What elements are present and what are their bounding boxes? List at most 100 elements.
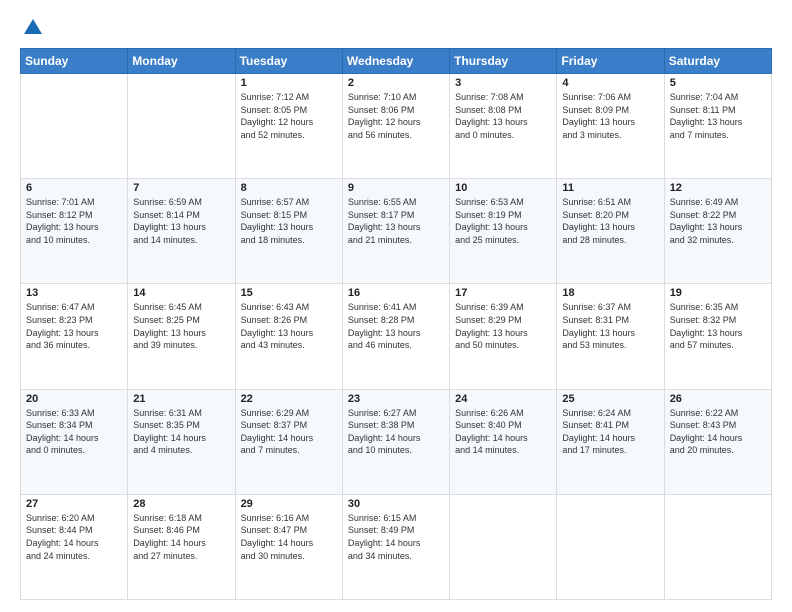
day-number: 10 <box>455 182 551 194</box>
day-info: Sunrise: 6:43 AM Sunset: 8:26 PM Dayligh… <box>241 301 337 351</box>
calendar-cell <box>450 494 557 599</box>
calendar-cell: 15 Sunrise: 6:43 AM Sunset: 8:26 PM Dayli… <box>235 284 342 389</box>
day-number: 11 <box>562 182 658 194</box>
weekday-header-monday: Monday <box>128 49 235 74</box>
calendar-cell: 23Sunrise: 6:27 AM Sunset: 8:38 PM Dayli… <box>342 389 449 494</box>
calendar-cell: 4 Sunrise: 7:06 AM Sunset: 8:09 PM Daylig… <box>557 74 664 179</box>
day-number: 2 <box>348 77 444 89</box>
day-number: 20 <box>26 393 122 405</box>
day-info: Sunrise: 6:33 AM Sunset: 8:34 PM Dayligh… <box>26 407 122 457</box>
calendar-cell: 18 Sunrise: 6:37 AM Sunset: 8:31 PM Dayli… <box>557 284 664 389</box>
calendar-cell: 1 Sunrise: 7:12 AM Sunset: 8:05 PM Daylig… <box>235 74 342 179</box>
day-info: Sunrise: 7:12 AM Sunset: 8:05 PM Dayligh… <box>241 91 337 141</box>
weekday-header-thursday: Thursday <box>450 49 557 74</box>
calendar-cell: 20 Sunrise: 6:33 AM Sunset: 8:34 PM Dayli… <box>21 389 128 494</box>
day-number: 26 <box>670 393 766 405</box>
day-info: Sunrise: 7:10 AM Sunset: 8:06 PM Dayligh… <box>348 91 444 141</box>
weekday-header-saturday: Saturday <box>664 49 771 74</box>
weekday-header-wednesday: Wednesday <box>342 49 449 74</box>
day-info: Sunrise: 6:26 AM Sunset: 8:40 PM Dayligh… <box>455 407 551 457</box>
day-number: 1 <box>241 77 337 89</box>
day-info: Sunrise: 6:51 AM Sunset: 8:20 PM Dayligh… <box>562 196 658 246</box>
header <box>20 16 772 38</box>
day-info: Sunrise: 6:18 AM Sunset: 8:46 PM Dayligh… <box>133 512 229 562</box>
calendar-week-3: 13Sunrise: 6:47 AM Sunset: 8:23 PM Dayli… <box>21 284 772 389</box>
calendar-cell: 27 Sunrise: 6:20 AM Sunset: 8:44 PM Dayli… <box>21 494 128 599</box>
day-number: 21 <box>133 393 229 405</box>
day-info: Sunrise: 7:01 AM Sunset: 8:12 PM Dayligh… <box>26 196 122 246</box>
calendar-cell: 28 Sunrise: 6:18 AM Sunset: 8:46 PM Dayli… <box>128 494 235 599</box>
day-info: Sunrise: 7:04 AM Sunset: 8:11 PM Dayligh… <box>670 91 766 141</box>
calendar-cell: 6 Sunrise: 7:01 AM Sunset: 8:12 PM Daylig… <box>21 179 128 284</box>
day-number: 3 <box>455 77 551 89</box>
calendar-week-2: 6 Sunrise: 7:01 AM Sunset: 8:12 PM Daylig… <box>21 179 772 284</box>
calendar-cell <box>128 74 235 179</box>
calendar-cell: 16 Sunrise: 6:41 AM Sunset: 8:28 PM Dayli… <box>342 284 449 389</box>
calendar-cell: 19 Sunrise: 6:35 AM Sunset: 8:32 PM Dayli… <box>664 284 771 389</box>
calendar-cell: 3 Sunrise: 7:08 AM Sunset: 8:08 PM Daylig… <box>450 74 557 179</box>
day-info: Sunrise: 6:27 AM Sunset: 8:38 PM Dayligh… <box>348 407 444 457</box>
day-info: Sunrise: 6:41 AM Sunset: 8:28 PM Dayligh… <box>348 301 444 351</box>
day-number: 7 <box>133 182 229 194</box>
day-info: Sunrise: 6:20 AM Sunset: 8:44 PM Dayligh… <box>26 512 122 562</box>
calendar-week-1: 1 Sunrise: 7:12 AM Sunset: 8:05 PM Daylig… <box>21 74 772 179</box>
logo-text-block <box>20 16 44 38</box>
day-number: 4 <box>562 77 658 89</box>
calendar-cell: 2 Sunrise: 7:10 AM Sunset: 8:06 PM Daylig… <box>342 74 449 179</box>
day-info: Sunrise: 6:16 AM Sunset: 8:47 PM Dayligh… <box>241 512 337 562</box>
calendar-cell: 8Sunrise: 6:57 AM Sunset: 8:15 PM Daylig… <box>235 179 342 284</box>
calendar-cell <box>21 74 128 179</box>
calendar-cell: 21Sunrise: 6:31 AM Sunset: 8:35 PM Dayli… <box>128 389 235 494</box>
calendar-cell: 29 Sunrise: 6:16 AM Sunset: 8:47 PM Dayli… <box>235 494 342 599</box>
day-number: 28 <box>133 498 229 510</box>
calendar-cell <box>664 494 771 599</box>
day-number: 29 <box>241 498 337 510</box>
calendar-cell: 22 Sunrise: 6:29 AM Sunset: 8:37 PM Dayli… <box>235 389 342 494</box>
day-info: Sunrise: 6:55 AM Sunset: 8:17 PM Dayligh… <box>348 196 444 246</box>
day-number: 24 <box>455 393 551 405</box>
day-number: 9 <box>348 182 444 194</box>
calendar-cell: 24 Sunrise: 6:26 AM Sunset: 8:40 PM Dayli… <box>450 389 557 494</box>
day-info: Sunrise: 6:59 AM Sunset: 8:14 PM Dayligh… <box>133 196 229 246</box>
day-number: 22 <box>241 393 337 405</box>
calendar-cell: 12 Sunrise: 6:49 AM Sunset: 8:22 PM Dayli… <box>664 179 771 284</box>
logo-icon <box>22 16 44 38</box>
calendar-table: SundayMondayTuesdayWednesdayThursdayFrid… <box>20 48 772 600</box>
calendar-cell: 30 Sunrise: 6:15 AM Sunset: 8:49 PM Dayli… <box>342 494 449 599</box>
calendar-week-4: 20 Sunrise: 6:33 AM Sunset: 8:34 PM Dayli… <box>21 389 772 494</box>
page: SundayMondayTuesdayWednesdayThursdayFrid… <box>0 0 792 612</box>
calendar-cell: 10Sunrise: 6:53 AM Sunset: 8:19 PM Dayli… <box>450 179 557 284</box>
weekday-header-row: SundayMondayTuesdayWednesdayThursdayFrid… <box>21 49 772 74</box>
day-number: 15 <box>241 287 337 299</box>
day-info: Sunrise: 6:49 AM Sunset: 8:22 PM Dayligh… <box>670 196 766 246</box>
calendar-cell <box>557 494 664 599</box>
day-info: Sunrise: 6:15 AM Sunset: 8:49 PM Dayligh… <box>348 512 444 562</box>
weekday-header-tuesday: Tuesday <box>235 49 342 74</box>
logo <box>20 16 44 38</box>
day-number: 27 <box>26 498 122 510</box>
day-info: Sunrise: 6:37 AM Sunset: 8:31 PM Dayligh… <box>562 301 658 351</box>
day-info: Sunrise: 6:35 AM Sunset: 8:32 PM Dayligh… <box>670 301 766 351</box>
day-info: Sunrise: 6:39 AM Sunset: 8:29 PM Dayligh… <box>455 301 551 351</box>
day-number: 13 <box>26 287 122 299</box>
calendar-cell: 9 Sunrise: 6:55 AM Sunset: 8:17 PM Daylig… <box>342 179 449 284</box>
calendar-cell: 17 Sunrise: 6:39 AM Sunset: 8:29 PM Dayli… <box>450 284 557 389</box>
day-number: 6 <box>26 182 122 194</box>
day-info: Sunrise: 7:06 AM Sunset: 8:09 PM Dayligh… <box>562 91 658 141</box>
day-number: 16 <box>348 287 444 299</box>
day-number: 12 <box>670 182 766 194</box>
calendar-cell: 11 Sunrise: 6:51 AM Sunset: 8:20 PM Dayli… <box>557 179 664 284</box>
day-info: Sunrise: 6:45 AM Sunset: 8:25 PM Dayligh… <box>133 301 229 351</box>
day-number: 19 <box>670 287 766 299</box>
day-number: 17 <box>455 287 551 299</box>
calendar-cell: 26 Sunrise: 6:22 AM Sunset: 8:43 PM Dayli… <box>664 389 771 494</box>
day-number: 30 <box>348 498 444 510</box>
calendar-cell: 14Sunrise: 6:45 AM Sunset: 8:25 PM Dayli… <box>128 284 235 389</box>
day-info: Sunrise: 7:08 AM Sunset: 8:08 PM Dayligh… <box>455 91 551 141</box>
calendar-cell: 7 Sunrise: 6:59 AM Sunset: 8:14 PM Daylig… <box>128 179 235 284</box>
day-info: Sunrise: 6:29 AM Sunset: 8:37 PM Dayligh… <box>241 407 337 457</box>
day-info: Sunrise: 6:57 AM Sunset: 8:15 PM Dayligh… <box>241 196 337 246</box>
weekday-header-sunday: Sunday <box>21 49 128 74</box>
day-number: 18 <box>562 287 658 299</box>
day-info: Sunrise: 6:22 AM Sunset: 8:43 PM Dayligh… <box>670 407 766 457</box>
